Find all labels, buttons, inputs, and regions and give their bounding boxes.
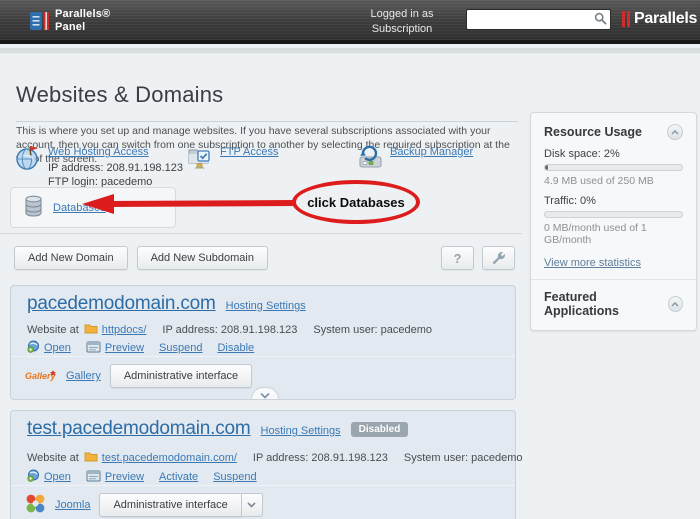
ip-address-text: IP address: 208.91.198.123 [253, 452, 388, 464]
disk-space-detail: 4.9 MB used of 250 MB [544, 175, 683, 187]
docroot-link[interactable]: test.pacedemodomain.com/ [102, 452, 237, 464]
web-hosting-access-link[interactable]: Web Hosting Access [48, 146, 149, 158]
traffic-label: Traffic: 0% [544, 195, 683, 207]
globe-flag-icon [14, 144, 41, 174]
brand-name: Parallels [634, 10, 697, 28]
logo-line-2: Panel [55, 21, 110, 34]
joomla-app-link[interactable]: Joomla [55, 499, 90, 511]
domain-card: pacedemodomain.com Hosting Settings Webs… [10, 285, 516, 400]
parallels-bars-icon [622, 11, 630, 27]
parallels-panel-window: Parallels® Panel Logged in as Subscripti… [0, 0, 700, 519]
subheader-strip [0, 48, 700, 54]
tool-web-hosting-access: Web Hosting Access IP address: 208.91.19… [14, 146, 183, 189]
preview-icon [86, 341, 101, 356]
settings-button[interactable] [482, 246, 515, 270]
hosting-settings-link[interactable]: Hosting Settings [261, 425, 341, 437]
collapse-featured-apps-button[interactable] [668, 296, 683, 312]
domain-actions: Add New Domain Add New Subdomain [14, 246, 268, 270]
page-title: Websites & Domains [16, 82, 518, 122]
system-user-text: System user: pacedemo [404, 452, 523, 464]
domain-name-link[interactable]: pacedemodomain.com [27, 293, 216, 315]
admin-interface-dropdown-toggle[interactable] [242, 493, 263, 517]
website-at-label: Website at [27, 452, 79, 464]
website-at-label: Website at [27, 324, 79, 336]
parallels-panel-logo-icon [30, 10, 49, 32]
add-new-domain-button[interactable]: Add New Domain [14, 246, 128, 270]
search-input[interactable] [466, 9, 611, 30]
top-header-bar: Parallels® Panel Logged in as Subscripti… [0, 0, 700, 44]
logged-in-line-1: Logged in as [352, 7, 452, 22]
backup-drive-icon [356, 144, 383, 174]
tool-backup-manager: Backup Manager [356, 146, 473, 174]
card-expander[interactable] [251, 387, 279, 399]
folder-icon [84, 323, 98, 337]
folder-icon [84, 451, 98, 465]
database-icon [23, 195, 44, 220]
ip-address-text: IP address: 208.91.198.123 [162, 324, 297, 336]
ftp-access-link[interactable]: FTP Access [220, 146, 278, 158]
backup-manager-link[interactable]: Backup Manager [390, 146, 473, 158]
open-globe-icon [27, 469, 40, 485]
parallels-brand-logo: Parallels [622, 10, 697, 28]
traffic-progressbar [544, 211, 683, 218]
add-new-subdomain-button[interactable]: Add New Subdomain [137, 246, 268, 270]
logo-line-1: Parallels® [55, 8, 110, 21]
administrative-interface-split-button: Administrative interface [99, 493, 262, 517]
open-link[interactable]: Open [44, 342, 71, 354]
hosting-settings-link[interactable]: Hosting Settings [226, 300, 306, 312]
disk-space-label: Disk space: 2% [544, 148, 683, 160]
search-icon[interactable] [593, 12, 607, 26]
domain-name-link[interactable]: test.pacedemodomain.com [27, 418, 251, 440]
logged-in-line-2: Subscription [352, 22, 452, 37]
chevron-up-icon [671, 302, 679, 307]
panel-divider [531, 279, 696, 280]
traffic-detail: 0 MB/month used of 1 GB/month [544, 222, 683, 246]
tool-ftp-access: FTP Access [186, 146, 278, 174]
question-mark-icon: ? [454, 251, 462, 266]
preview-link[interactable]: Preview [105, 342, 144, 354]
ip-address-text: IP address: 208.91.198.123 [48, 161, 183, 175]
view-more-statistics-link[interactable]: View more statistics [544, 257, 641, 269]
suspend-link[interactable]: Suspend [159, 342, 202, 354]
gallery-app-link[interactable]: Gallery [66, 370, 101, 382]
docroot-link[interactable]: httpdocs/ [102, 324, 147, 336]
open-globe-icon [27, 340, 40, 356]
suspend-link[interactable]: Suspend [213, 471, 256, 483]
status-badge: Disabled [351, 422, 409, 437]
utility-buttons: ? [441, 246, 515, 270]
administrative-interface-button[interactable]: Administrative interface [110, 364, 252, 388]
open-link[interactable]: Open [44, 471, 71, 483]
annotation-arrow-icon [80, 191, 298, 217]
administrative-interface-button[interactable]: Administrative interface [99, 493, 241, 517]
preview-icon [86, 470, 101, 485]
parallels-panel-logo: Parallels® Panel [30, 8, 110, 34]
ftp-folder-icon [186, 144, 213, 174]
system-user-text: System user: pacedemo [313, 324, 432, 336]
chevron-down-icon [247, 502, 256, 508]
help-button[interactable]: ? [441, 246, 474, 270]
header-search [466, 9, 611, 30]
resource-usage-title: Resource Usage [544, 125, 642, 139]
preview-link[interactable]: Preview [105, 471, 144, 483]
featured-applications-title: Featured Applications [544, 290, 668, 318]
chevron-down-icon [260, 392, 270, 399]
joomla-logo-icon [25, 493, 46, 517]
disable-link[interactable]: Disable [217, 342, 254, 354]
chevron-up-icon [671, 130, 679, 135]
logged-in-as: Logged in as Subscription [352, 7, 452, 37]
annotation-text: click Databases [307, 195, 405, 210]
disk-space-progressbar [544, 164, 683, 171]
gallery-logo-icon: Gallery [25, 368, 57, 385]
domain-card: test.pacedemodomain.com Hosting Settings… [10, 410, 516, 519]
sidebar-panel: Resource Usage Disk space: 2% 4.9 MB use… [530, 112, 697, 331]
disk-space-progress-fill [545, 165, 548, 170]
activate-link[interactable]: Activate [159, 471, 198, 483]
collapse-resource-usage-button[interactable] [667, 124, 683, 140]
annotation-ellipse: click Databases [292, 180, 420, 224]
section-divider [0, 233, 522, 234]
wrench-icon [491, 250, 507, 266]
